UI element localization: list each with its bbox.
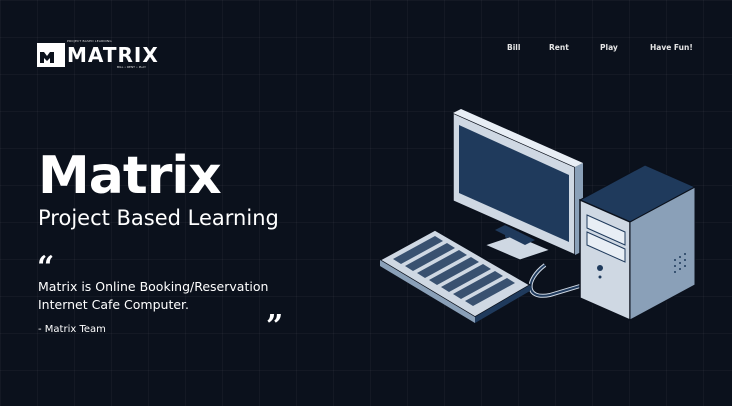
computer-illustration [378,109,697,323]
pc-tower-icon [578,164,697,322]
quote-author: - Matrix Team [38,324,106,335]
quote-close-icon: ” [266,309,284,344]
main-nav: Bill Rent Play Have Fun! [0,43,732,55]
hero-title: Matrix [38,146,222,206]
nav-have-fun[interactable]: Have Fun! [650,43,693,52]
nav-bill[interactable]: Bill [507,43,520,52]
nav-rent[interactable]: Rent [549,43,569,52]
monitor-icon [452,109,583,261]
nav-play[interactable]: Play [600,43,618,52]
logo-tagline-bottom: BILL • RENT • PLAY [117,65,146,69]
hero-subtitle: Project Based Learning [38,206,279,230]
